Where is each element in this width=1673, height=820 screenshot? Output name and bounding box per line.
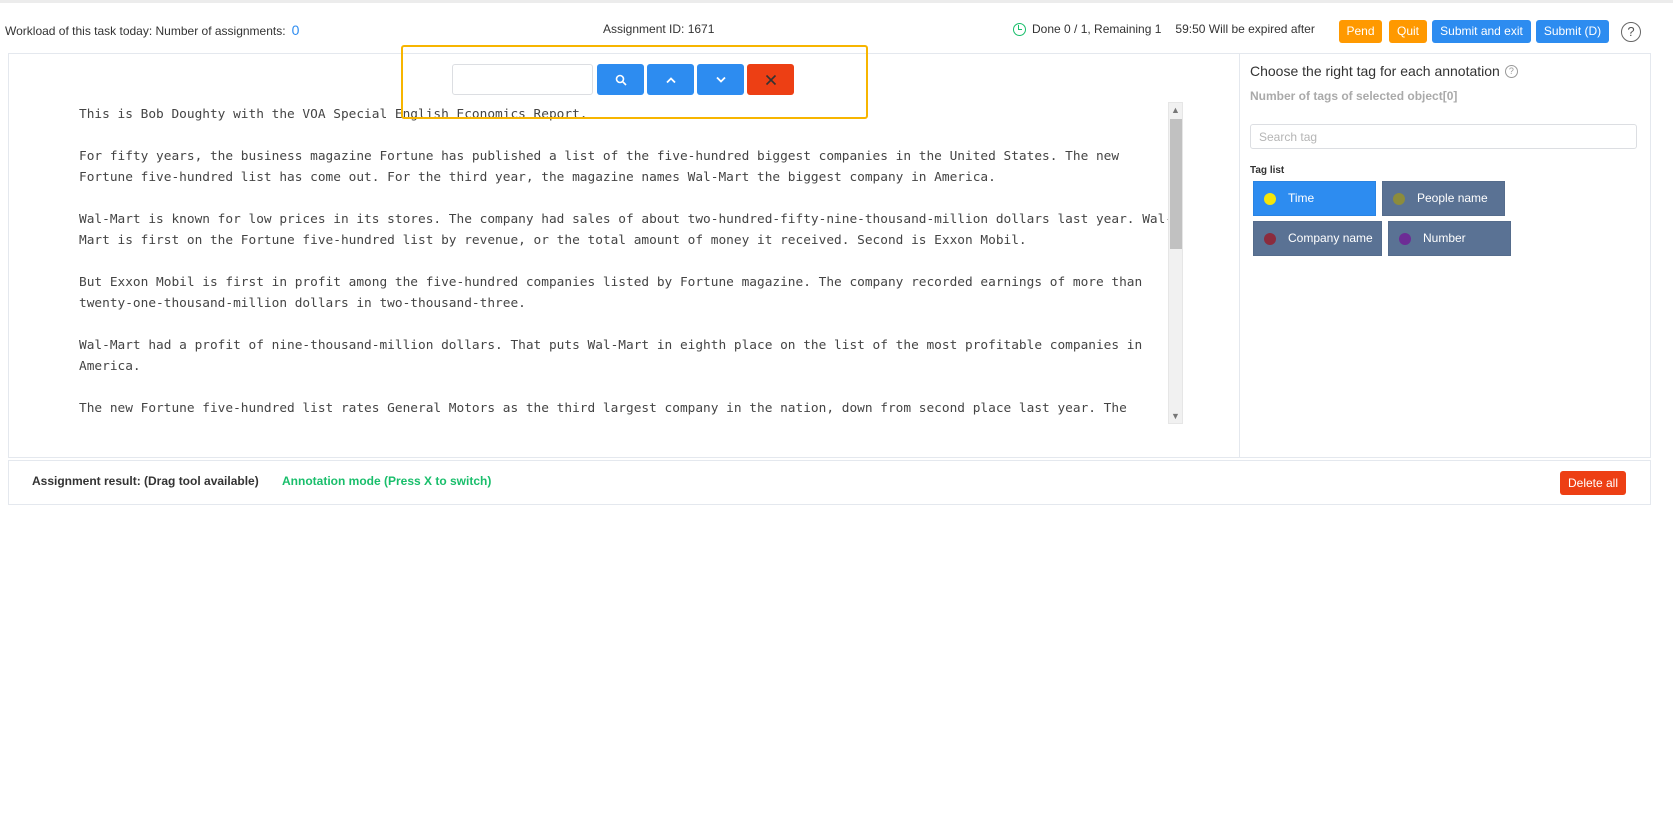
paragraph[interactable]: For fifty years, the business magazine F… <box>79 146 1179 188</box>
paragraph[interactable]: Wal-Mart had a profit of nine-thousand-m… <box>79 335 1179 377</box>
tag-panel: Choose the right tag for each annotation… <box>1241 53 1651 458</box>
timer-text: 59:50 Will be expired after <box>1175 22 1315 36</box>
document-scrollbar[interactable]: ▲ ▼ <box>1168 102 1183 424</box>
tag-label: Number <box>1423 231 1466 245</box>
workload-count[interactable]: 0 <box>292 22 300 38</box>
workload-info: Workload of this task today: Number of a… <box>5 22 299 38</box>
text-search-input[interactable] <box>452 64 593 95</box>
tag-company-name[interactable]: Company name <box>1253 221 1382 256</box>
scrollbar-thumb[interactable] <box>1170 119 1182 249</box>
tag-people-name[interactable]: People name <box>1382 181 1505 216</box>
chevron-up-icon <box>665 76 676 83</box>
scroll-down-arrow-icon[interactable]: ▼ <box>1169 409 1182 423</box>
tag-color-dot <box>1393 192 1405 205</box>
delete-all-button[interactable]: Delete all <box>1560 471 1626 495</box>
pend-button[interactable]: Pend <box>1339 20 1382 43</box>
progress-text: Done 0 / 1, Remaining 1 <box>1032 22 1162 36</box>
assignment-id: Assignment ID: 1671 <box>603 22 715 36</box>
search-button[interactable] <box>597 64 644 95</box>
paragraph[interactable]: The new Fortune five-hundred list rates … <box>79 398 1179 419</box>
previous-match-button[interactable] <box>647 64 694 95</box>
annotation-mode-label: Annotation mode (Press X to switch) <box>282 474 492 488</box>
next-match-button[interactable] <box>697 64 744 95</box>
tag-color-dot <box>1264 192 1276 205</box>
tag-color-dot <box>1399 232 1411 245</box>
scroll-up-arrow-icon[interactable]: ▲ <box>1169 103 1182 117</box>
paragraph[interactable]: But Exxon Mobil is first in profit among… <box>79 272 1179 314</box>
tag-label: People name <box>1417 191 1488 205</box>
close-icon <box>765 74 776 85</box>
tag-search-input[interactable] <box>1250 124 1637 149</box>
document-text[interactable]: This is Bob Doughty with the VOA Special… <box>79 104 1179 468</box>
tag-count: Number of tags of selected object[0] <box>1250 89 1458 103</box>
submit-button[interactable]: Submit (D) <box>1536 20 1609 43</box>
submit-exit-button[interactable]: Submit and exit <box>1432 20 1531 43</box>
help-icon[interactable]: ? <box>1621 22 1641 42</box>
tag-color-dot <box>1264 232 1276 245</box>
tag-number[interactable]: Number <box>1388 221 1511 256</box>
task-status: Done 0 / 1, Remaining 1 59:50 Will be ex… <box>1013 22 1315 36</box>
close-search-button[interactable] <box>747 64 794 95</box>
tag-time[interactable]: Time <box>1253 181 1376 216</box>
question-icon[interactable]: ? <box>1504 64 1518 78</box>
tag-list-label: Tag list <box>1250 165 1285 176</box>
tag-panel-title-text: Choose the right tag for each annotation <box>1250 63 1500 79</box>
tag-panel-title: Choose the right tag for each annotation… <box>1250 63 1518 79</box>
search-icon <box>615 74 627 86</box>
result-label: Assignment result: (Drag tool available) <box>32 474 259 488</box>
paragraph[interactable]: Wal-Mart is known for low prices in its … <box>79 209 1179 251</box>
assignment-result-bar: Assignment result: (Drag tool available)… <box>8 460 1651 505</box>
tag-label: Time <box>1288 191 1315 205</box>
tag-label: Company name <box>1288 231 1373 245</box>
quit-button[interactable]: Quit <box>1389 20 1427 43</box>
chevron-down-icon <box>715 76 726 83</box>
clock-icon <box>1013 22 1026 36</box>
workload-label: Workload of this task today: Number of a… <box>5 24 286 38</box>
